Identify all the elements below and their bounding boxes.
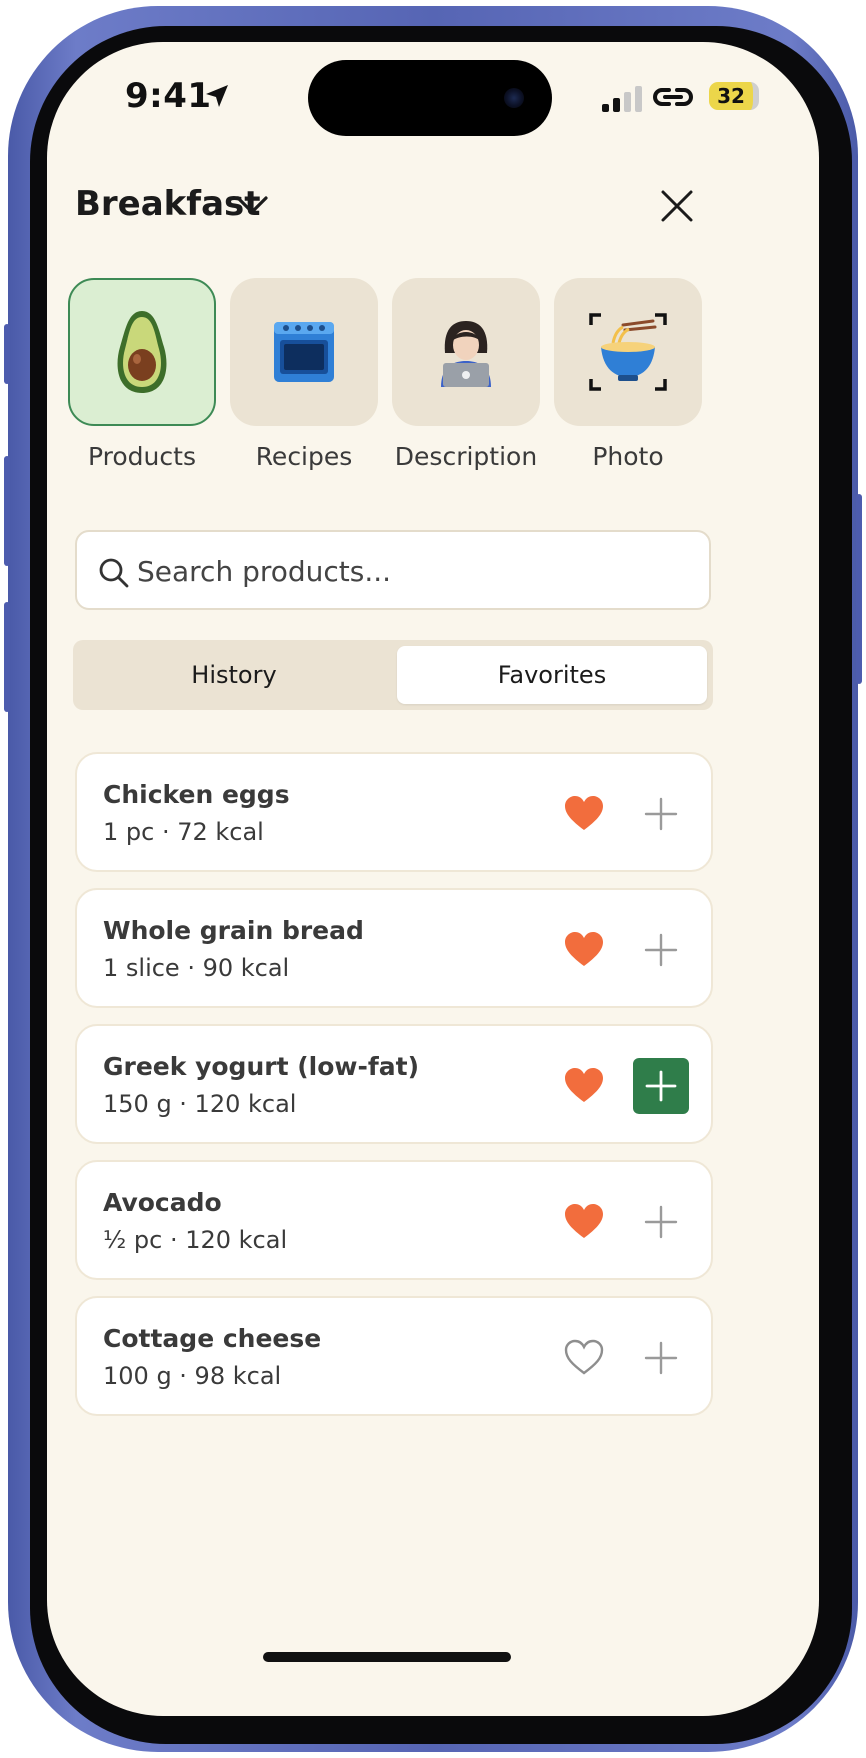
search-field[interactable]: Search products... <box>75 530 711 610</box>
product-name: Whole grain bread <box>103 916 364 945</box>
product-serving: 1 pc · 72 kcal <box>103 818 264 846</box>
product-serving: 100 g · 98 kcal <box>103 1362 282 1390</box>
tab-favorites[interactable]: Favorites <box>397 646 707 704</box>
chevron-down-icon[interactable] <box>235 192 269 218</box>
product-row[interactable]: Cottage cheese 100 g · 98 kcal <box>75 1296 713 1416</box>
product-row[interactable]: Avocado ½ pc · 120 kcal <box>75 1160 713 1280</box>
meal-title[interactable]: Breakfast <box>75 184 261 224</box>
mode-description-tile[interactable] <box>392 278 540 426</box>
add-button-primary[interactable] <box>633 1058 689 1114</box>
mode-recipes-label: Recipes <box>255 442 353 471</box>
product-name: Greek yogurt (low-fat) <box>103 1052 420 1081</box>
mode-description[interactable]: Description <box>392 278 540 471</box>
input-mode-selector: Products Recipes Description Photo <box>68 278 808 488</box>
add-button[interactable] <box>633 1194 689 1250</box>
mode-products-tile[interactable] <box>68 278 216 426</box>
cellular-signal-icon <box>602 86 642 112</box>
product-row[interactable]: Chicken eggs 1 pc · 72 kcal <box>75 752 713 872</box>
volume-up-button <box>4 456 10 566</box>
mode-photo[interactable]: Photo <box>554 278 702 471</box>
product-serving: 150 g · 120 kcal <box>103 1090 297 1118</box>
mode-recipes[interactable]: Recipes <box>230 278 378 471</box>
avocado-icon <box>117 311 167 393</box>
add-button[interactable] <box>633 922 689 978</box>
heart-filled-icon[interactable] <box>563 930 605 968</box>
tab-history[interactable]: History <box>79 646 389 704</box>
mode-description-label: Description <box>394 442 538 471</box>
camera-icon <box>504 88 524 108</box>
history-favorites-toggle: History Favorites <box>73 640 713 710</box>
add-button[interactable] <box>633 1330 689 1386</box>
plus-icon <box>644 933 678 967</box>
location-arrow-icon <box>206 85 228 107</box>
heart-filled-icon[interactable] <box>563 1066 605 1104</box>
power-button <box>856 494 862 684</box>
product-row[interactable]: Whole grain bread 1 slice · 90 kcal <box>75 888 713 1008</box>
dynamic-island <box>308 60 552 136</box>
mode-photo-tile[interactable] <box>554 278 702 426</box>
volume-down-button <box>4 602 10 712</box>
product-serving: 1 slice · 90 kcal <box>103 954 290 982</box>
plus-icon <box>644 797 678 831</box>
product-name: Chicken eggs <box>103 780 290 809</box>
battery-indicator: 32 <box>709 82 759 110</box>
plus-icon <box>644 1341 678 1375</box>
mode-recipes-tile[interactable] <box>230 278 378 426</box>
mode-photo-label: Photo <box>592 442 664 471</box>
oven-icon <box>274 322 334 382</box>
product-serving: ½ pc · 120 kcal <box>103 1226 288 1254</box>
person-laptop-icon <box>441 321 491 387</box>
action-button <box>4 324 10 384</box>
search-placeholder: Search products... <box>137 555 392 588</box>
plus-icon <box>645 1070 677 1102</box>
heart-outline-icon[interactable] <box>563 1338 605 1376</box>
product-name: Cottage cheese <box>103 1324 322 1353</box>
camera-scan-noodles-icon <box>589 313 667 391</box>
heart-filled-icon[interactable] <box>563 794 605 832</box>
home-indicator[interactable] <box>263 1652 511 1662</box>
product-name: Avocado <box>103 1188 222 1217</box>
add-button[interactable] <box>633 786 689 842</box>
status-time: 9:41 <box>125 76 212 116</box>
close-icon[interactable] <box>659 188 695 224</box>
search-icon <box>99 558 129 588</box>
heart-filled-icon[interactable] <box>563 1202 605 1240</box>
link-icon <box>653 88 693 106</box>
plus-icon <box>644 1205 678 1239</box>
mode-products-label: Products <box>88 442 196 471</box>
product-row[interactable]: Greek yogurt (low-fat) 150 g · 120 kcal <box>75 1024 713 1144</box>
mode-products[interactable]: Products <box>68 278 216 471</box>
screen: 9:41 32 Breakfast Products Recipes Descr… <box>47 42 819 1716</box>
